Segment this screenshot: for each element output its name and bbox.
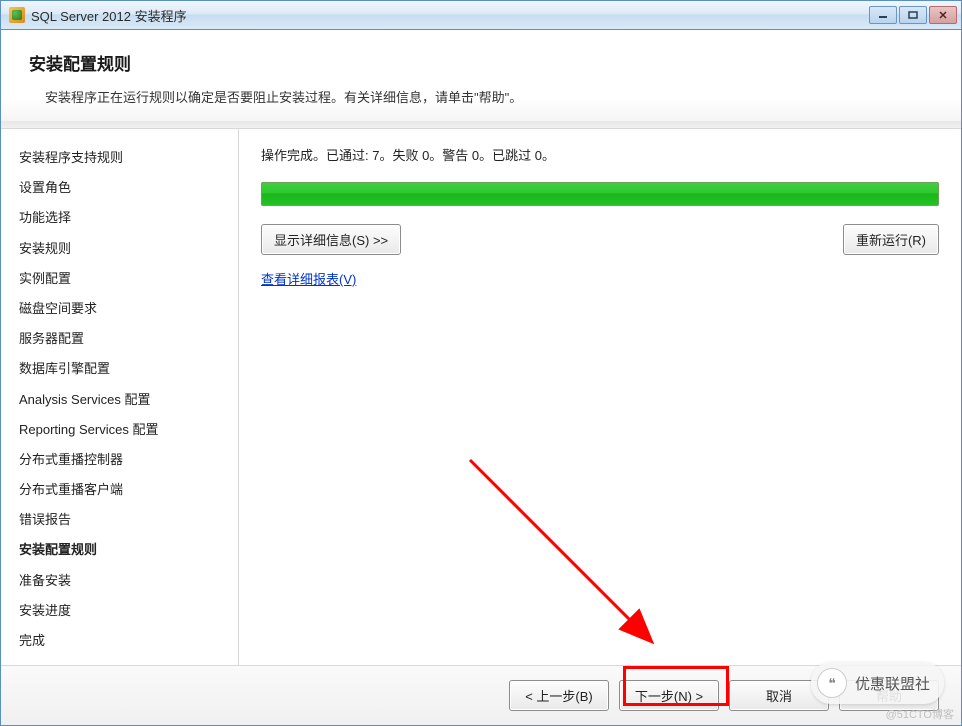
sidebar-item[interactable]: 错误报告 — [19, 505, 238, 535]
window-controls — [867, 6, 957, 24]
maximize-button[interactable] — [899, 6, 927, 24]
sidebar-item[interactable]: Analysis Services 配置 — [19, 385, 238, 415]
rerun-button[interactable]: 重新运行(R) — [843, 224, 939, 255]
page-title: 安装配置规则 — [29, 50, 933, 75]
sidebar-item-active[interactable]: 安装配置规则 — [19, 535, 238, 565]
titlebar: SQL Server 2012 安装程序 — [0, 0, 962, 30]
sidebar-item[interactable]: Reporting Services 配置 — [19, 415, 238, 445]
header: 安装配置规则 安装程序正在运行规则以确定是否要阻止安装过程。有关详细信息，请单击… — [1, 30, 961, 129]
progress-bar — [261, 182, 939, 206]
action-row: 显示详细信息(S) >> 重新运行(R) — [261, 224, 939, 255]
window-frame: 安装配置规则 安装程序正在运行规则以确定是否要阻止安装过程。有关详细信息，请单击… — [0, 30, 962, 726]
page-subtitle: 安装程序正在运行规则以确定是否要阻止安装过程。有关详细信息，请单击"帮助"。 — [29, 87, 933, 106]
sidebar-item[interactable]: 分布式重播控制器 — [19, 445, 238, 475]
minimize-button[interactable] — [869, 6, 897, 24]
watermark-bubble: ❝ 优惠联盟社 — [811, 662, 944, 704]
watermark-text: 优惠联盟社 — [855, 673, 930, 694]
sidebar-item[interactable]: 磁盘空间要求 — [19, 294, 238, 324]
show-details-button[interactable]: 显示详细信息(S) >> — [261, 224, 401, 255]
sidebar-item[interactable]: 安装规则 — [19, 234, 238, 264]
body: 安装程序支持规则 设置角色 功能选择 安装规则 实例配置 磁盘空间要求 服务器配… — [1, 129, 961, 665]
window-title: SQL Server 2012 安装程序 — [31, 6, 867, 25]
sidebar-item[interactable]: 功能选择 — [19, 203, 238, 233]
watermark-small: @51CTO博客 — [886, 706, 954, 722]
sidebar-item[interactable]: 准备安装 — [19, 566, 238, 596]
content: 操作完成。已通过: 7。失败 0。警告 0。已跳过 0。 显示详细信息(S) >… — [239, 129, 961, 665]
watermark-icon: ❝ — [817, 668, 847, 698]
view-report-link[interactable]: 查看详细报表(V) — [261, 269, 356, 288]
sidebar: 安装程序支持规则 设置角色 功能选择 安装规则 实例配置 磁盘空间要求 服务器配… — [1, 129, 239, 665]
sidebar-item[interactable]: 安装进度 — [19, 596, 238, 626]
close-button[interactable] — [929, 6, 957, 24]
sidebar-item[interactable]: 完成 — [19, 626, 238, 656]
status-text: 操作完成。已通过: 7。失败 0。警告 0。已跳过 0。 — [261, 145, 939, 164]
sidebar-item[interactable]: 分布式重播客户端 — [19, 475, 238, 505]
sidebar-item[interactable]: 服务器配置 — [19, 324, 238, 354]
sidebar-item[interactable]: 数据库引擎配置 — [19, 354, 238, 384]
sidebar-item[interactable]: 设置角色 — [19, 173, 238, 203]
sidebar-item[interactable]: 安装程序支持规则 — [19, 143, 238, 173]
next-button[interactable]: 下一步(N) > — [619, 680, 719, 711]
back-button[interactable]: < 上一步(B) — [509, 680, 609, 711]
app-icon — [9, 7, 25, 23]
sidebar-item[interactable]: 实例配置 — [19, 264, 238, 294]
